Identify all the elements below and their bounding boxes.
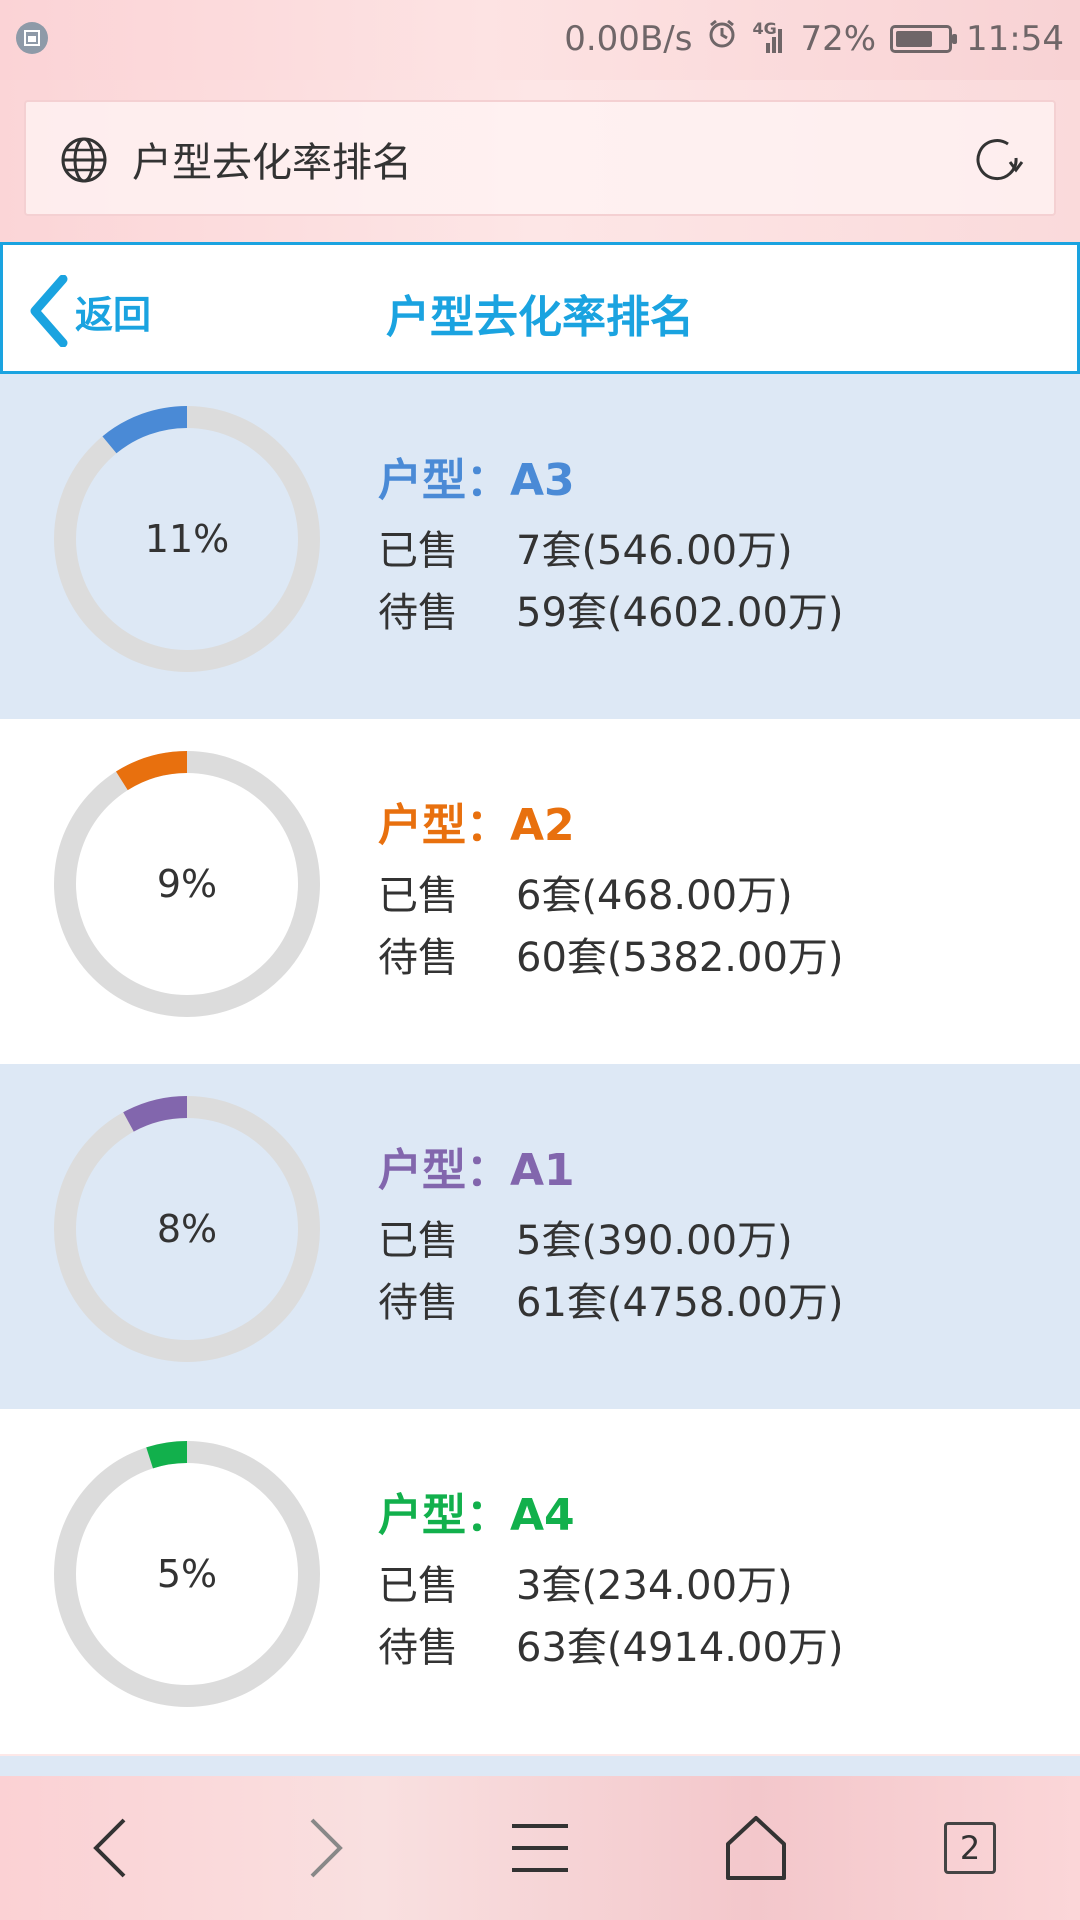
- percent-label: 5%: [156, 1552, 218, 1596]
- alarm-icon: [706, 18, 738, 59]
- sold-value: 3套(234.00万): [516, 1563, 793, 1609]
- unit-type-label: 户型：: [378, 1490, 510, 1541]
- bottom-nav: 2: [0, 1776, 1080, 1920]
- unsold-line: 待售 61套(4758.00万): [378, 1270, 844, 1332]
- sold-line: 已售 3套(234.00万): [378, 1553, 844, 1615]
- network-speed: 0.00B/s: [564, 18, 693, 59]
- screenshot-notification-icon: [16, 22, 48, 54]
- tabs-icon[interactable]: 2: [944, 1822, 996, 1874]
- refresh-icon[interactable]: [970, 132, 1026, 192]
- unit-type: 户型：A2: [378, 789, 844, 853]
- sold-label: 已售: [378, 528, 458, 574]
- menu-icon[interactable]: [508, 1812, 572, 1888]
- percent-label: 8%: [156, 1207, 218, 1251]
- address-text: 户型去化率排名: [132, 140, 412, 186]
- unit-info: 户型：A2 已售 6套(468.00万) 待售 60套(5382.00万): [378, 789, 844, 987]
- battery-percent: 72%: [800, 18, 877, 59]
- unsold-value: 60套(5382.00万): [516, 935, 844, 981]
- percent-label: 11%: [144, 517, 230, 561]
- unit-info: 户型：A1 已售 5套(390.00万) 待售 61套(4758.00万): [378, 1134, 844, 1332]
- list-item[interactable]: 5% 户型：A4 已售 3套(234.00万) 待售 63套(4914.00万): [0, 1409, 1080, 1754]
- unit-type-label: 户型：: [378, 1145, 510, 1196]
- sold-line: 已售 7套(546.00万): [378, 518, 844, 580]
- sold-label: 已售: [378, 1218, 458, 1264]
- globe-icon: [60, 136, 108, 188]
- back-arrow-icon[interactable]: [80, 1812, 140, 1888]
- unsold-label: 待售: [378, 935, 458, 981]
- unit-type: 户型：A1: [378, 1134, 844, 1198]
- status-right-group: 0.00B/s 4G 72% 11:54: [564, 18, 1064, 59]
- page-title: 户型去化率排名: [386, 292, 694, 343]
- unit-type-code: A2: [510, 800, 575, 851]
- unsold-label: 待售: [378, 1625, 458, 1671]
- unsold-line: 待售 59套(4602.00万): [378, 580, 844, 642]
- next-row-peek: [0, 1756, 1080, 1776]
- browser-toolbar: 户型去化率排名: [0, 80, 1080, 242]
- list-item[interactable]: 8% 户型：A1 已售 5套(390.00万) 待售 61套(4758.00万): [0, 1064, 1080, 1409]
- unit-type: 户型：A4: [378, 1479, 844, 1543]
- unsold-label: 待售: [378, 1280, 458, 1326]
- status-bar: 0.00B/s 4G 72% 11:54: [0, 0, 1080, 80]
- unsold-value: 59套(4602.00万): [516, 590, 844, 636]
- unit-type-label: 户型：: [378, 455, 510, 506]
- sold-line: 已售 6套(468.00万): [378, 863, 844, 925]
- unsold-value: 61套(4758.00万): [516, 1280, 844, 1326]
- sold-value: 5套(390.00万): [516, 1218, 793, 1264]
- sold-line: 已售 5套(390.00万): [378, 1208, 844, 1270]
- percent-label: 9%: [156, 862, 218, 906]
- home-icon[interactable]: [722, 1812, 790, 1888]
- signal-icon: 4G: [752, 19, 786, 55]
- unit-type-code: A1: [510, 1145, 575, 1196]
- sold-label: 已售: [378, 873, 458, 919]
- sold-label: 已售: [378, 1563, 458, 1609]
- unsold-line: 待售 63套(4914.00万): [378, 1615, 844, 1677]
- address-bar[interactable]: 户型去化率排名: [24, 100, 1056, 216]
- forward-arrow-icon[interactable]: [296, 1812, 356, 1888]
- unit-type-label: 户型：: [378, 800, 510, 851]
- unit-type-code: A3: [510, 455, 575, 506]
- battery-icon: [890, 24, 958, 53]
- unsold-value: 63套(4914.00万): [516, 1625, 844, 1671]
- unit-type-code: A4: [510, 1490, 575, 1541]
- unit-info: 户型：A3 已售 7套(546.00万) 待售 59套(4602.00万): [378, 444, 844, 642]
- unit-info: 户型：A4 已售 3套(234.00万) 待售 63套(4914.00万): [378, 1479, 844, 1677]
- sold-value: 6套(468.00万): [516, 873, 793, 919]
- unsold-label: 待售: [378, 590, 458, 636]
- sold-value: 7套(546.00万): [516, 528, 793, 574]
- unsold-line: 待售 60套(5382.00万): [378, 925, 844, 987]
- clock: 11:54: [966, 18, 1064, 59]
- unit-type: 户型：A3: [378, 444, 844, 508]
- list-item[interactable]: 9% 户型：A2 已售 6套(468.00万) 待售 60套(5382.00万): [0, 719, 1080, 1064]
- unit-type-list: 11% 户型：A3 已售 7套(546.00万) 待售 59套(4602.00万) …: [0, 374, 1080, 1754]
- tab-count: 2: [944, 1822, 996, 1874]
- list-item[interactable]: 11% 户型：A3 已售 7套(546.00万) 待售 59套(4602.00万): [0, 374, 1080, 719]
- page-header: 返回 户型去化率排名: [0, 242, 1080, 374]
